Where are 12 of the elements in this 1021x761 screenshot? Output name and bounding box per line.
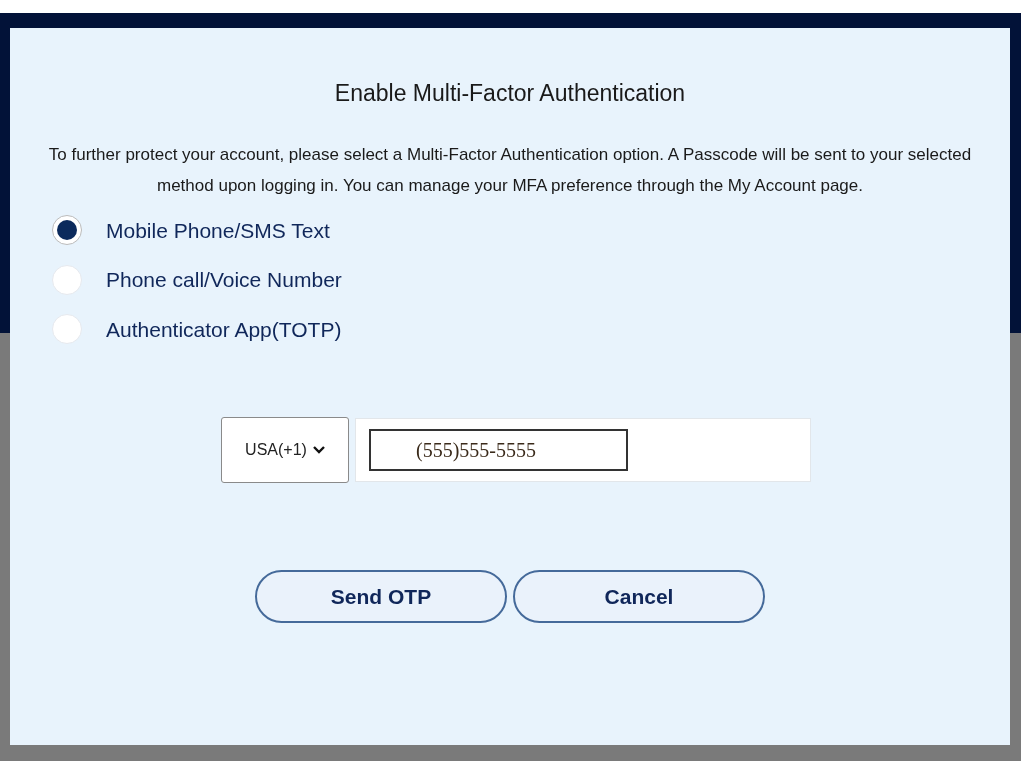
cancel-button[interactable]: Cancel bbox=[513, 570, 765, 623]
radio-option[interactable]: Phone call/Voice Number bbox=[52, 264, 342, 296]
chevron-down-icon bbox=[312, 446, 325, 454]
dialog-title: Enable Multi-Factor Authentication bbox=[334, 79, 686, 108]
radio-option[interactable]: Authenticator App(TOTP) bbox=[52, 313, 342, 345]
country-select[interactable]: USA(+1) bbox=[221, 417, 349, 483]
send-otp-button[interactable]: Send OTP bbox=[255, 570, 507, 623]
country-value: USA(+1) bbox=[245, 440, 307, 460]
radio-button[interactable] bbox=[52, 215, 82, 246]
phone-field[interactable]: (555)555-5555 bbox=[369, 429, 628, 471]
dialog-message: To further protect your account, please select a Multi-Factor Authentication option. A Passcode will be sent to your selected method upon logging in. You can manage your MFA preference through the My Account page. bbox=[47, 143, 973, 197]
radio-option[interactable]: Mobile Phone/SMS Text bbox=[52, 214, 342, 246]
